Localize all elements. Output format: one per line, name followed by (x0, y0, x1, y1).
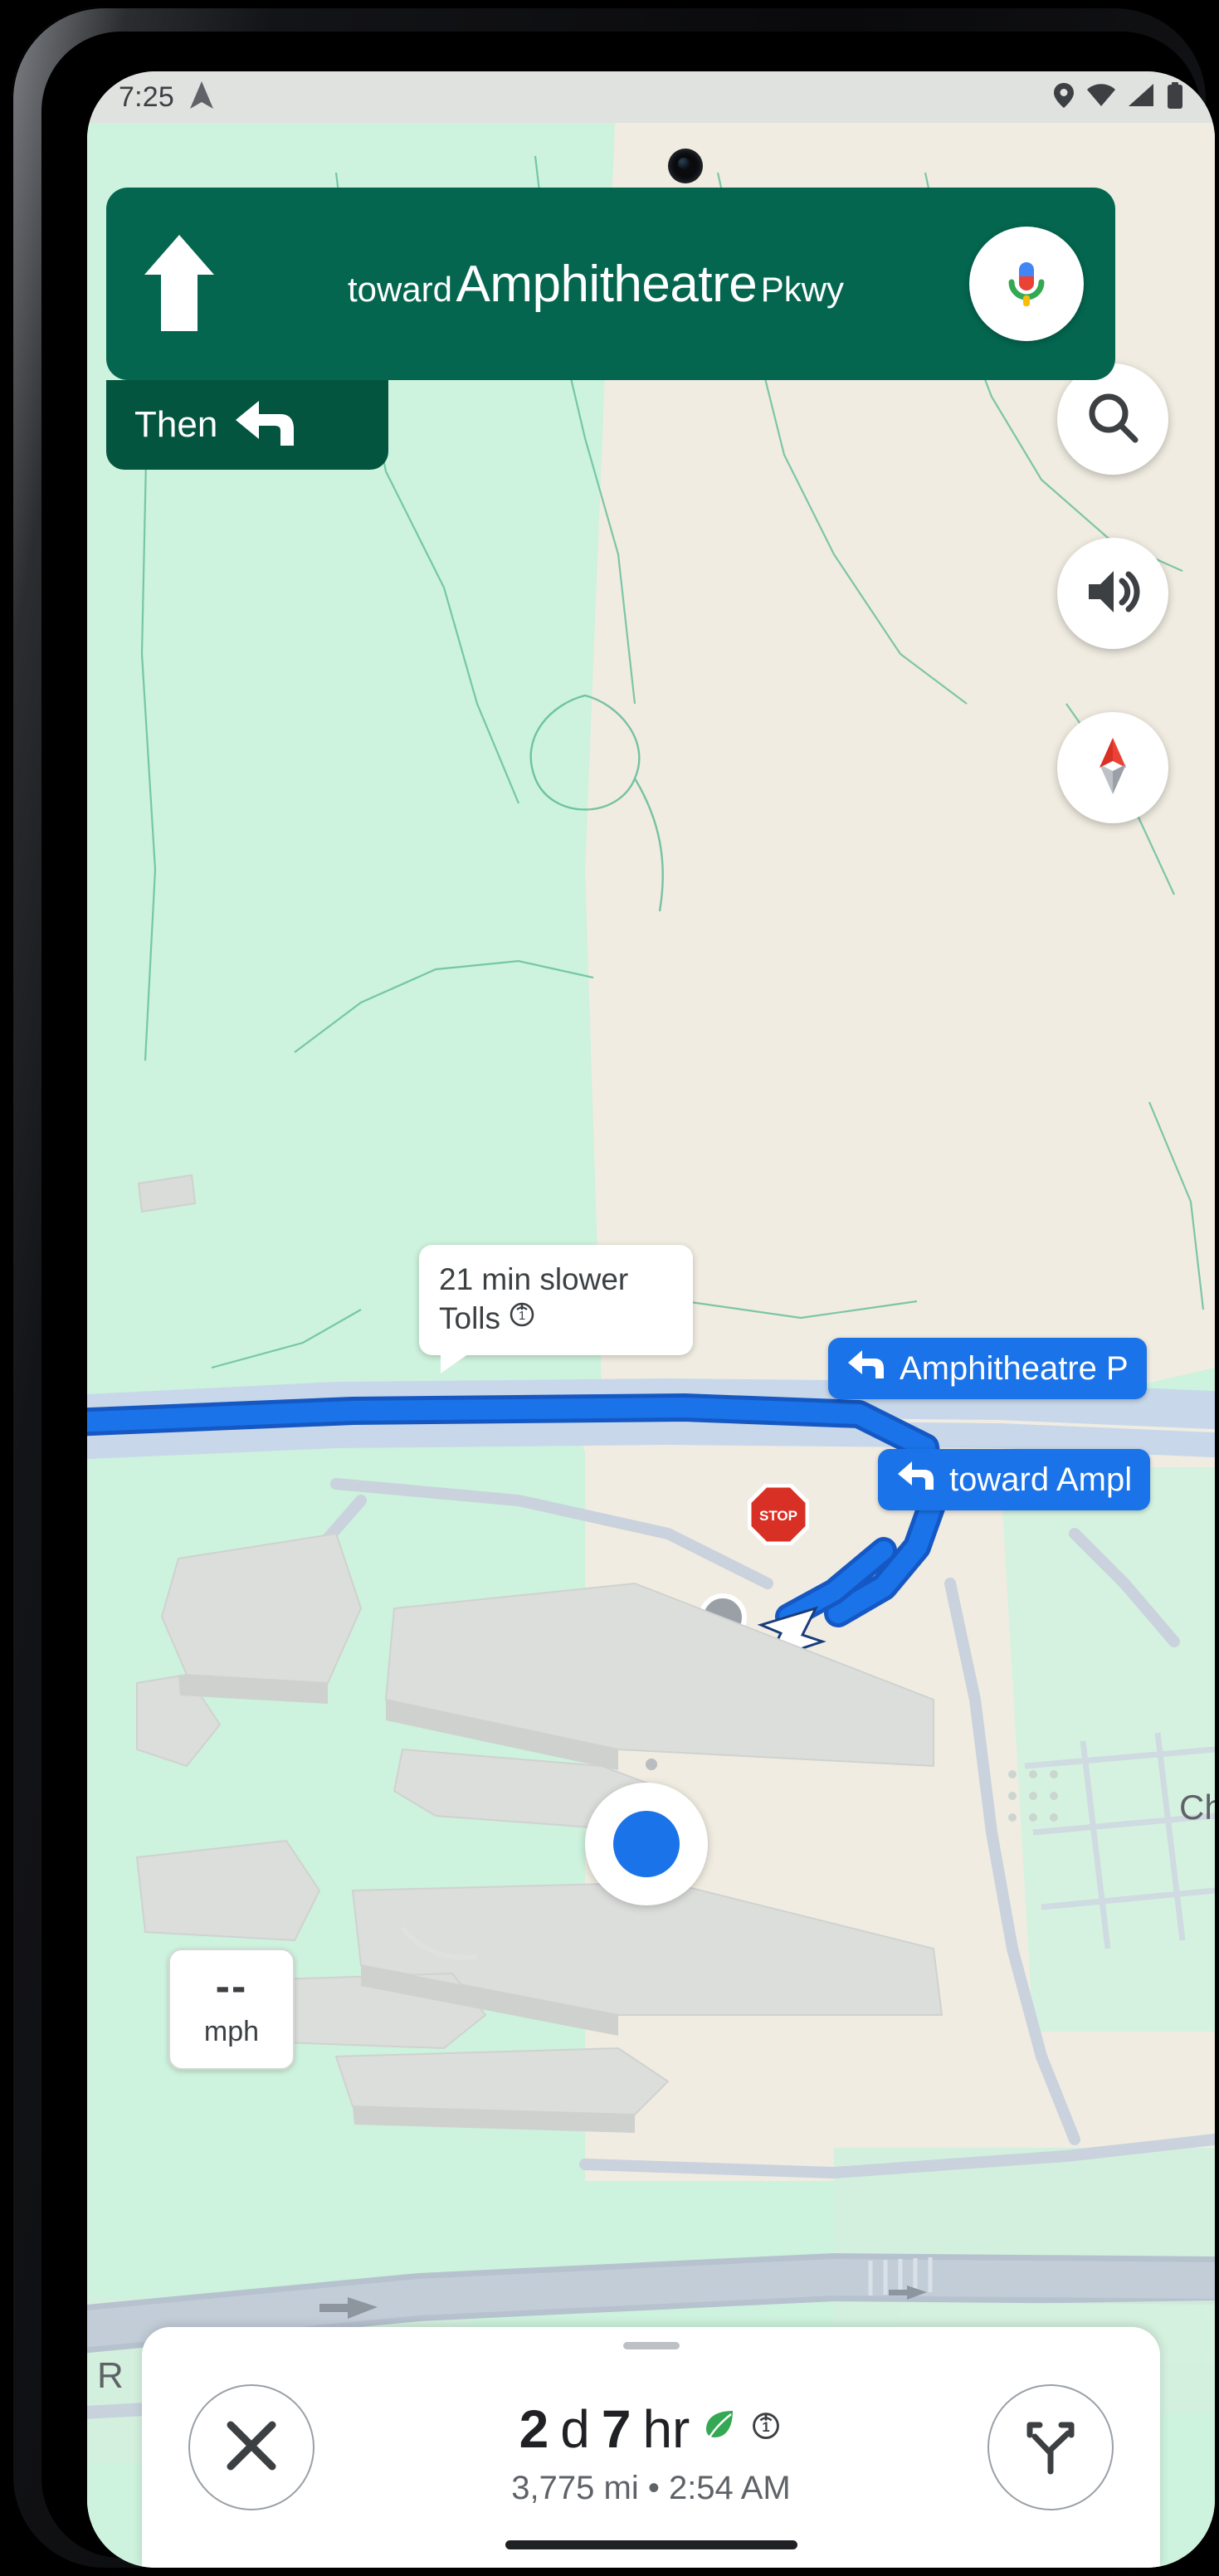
eta-hours-value: 7 (601, 2398, 631, 2459)
search-icon (1087, 392, 1139, 447)
blue-dot-location-icon (613, 1811, 680, 1877)
maneuver-prefix: toward (347, 269, 453, 309)
route-options-button[interactable] (987, 2384, 1114, 2510)
tolls-tooltip-line1: 21 min slower (439, 1262, 629, 1296)
eco-leaf-icon (701, 2406, 738, 2452)
tolls-tooltip[interactable]: 21 min slower Tolls 1 (419, 1245, 693, 1373)
route-chip-toward-amphitheatre[interactable]: toward Ampl (878, 1449, 1151, 1510)
street-label-partial-right: Ch (1179, 1788, 1215, 1827)
exit-navigation-button[interactable] (188, 2384, 315, 2510)
location-pin-icon (1054, 82, 1074, 112)
google-assistant-mic-icon[interactable] (969, 227, 1084, 341)
phone-bezel: E Charleston Rd Ch R STOP 7:25 (41, 32, 1215, 2568)
cellular-signal-icon (1129, 84, 1153, 110)
eta-days-unit: d (560, 2398, 590, 2459)
toll-coin-icon: 1 (749, 2408, 783, 2450)
navigation-arrow-icon (189, 80, 214, 114)
home-gesture-bar[interactable] (505, 2540, 797, 2549)
trip-details: 3,775 mi • 2:54 AM (511, 2469, 791, 2506)
status-icons-group (1054, 81, 1183, 113)
speed-badge: -- mph (168, 1949, 295, 2070)
speed-unit: mph (203, 2016, 260, 2048)
stop-sign-marker: STOP (748, 1484, 809, 1545)
eta-line: 2 d 7 hr 1 (315, 2398, 987, 2460)
sound-fab[interactable] (1057, 538, 1168, 649)
wifi-icon (1087, 84, 1115, 110)
compass-needle-icon (1088, 736, 1138, 800)
straight-arrow-up-icon (138, 233, 231, 335)
front-camera-hole (670, 151, 700, 181)
route-chip-amphitheatre[interactable]: Amphitheatre P (828, 1338, 1147, 1399)
trip-summary: 2 d 7 hr 1 3,775 mi • 2:54 AM (315, 2398, 987, 2507)
speaker-volume-icon (1085, 568, 1140, 620)
turn-left-arrow-icon (896, 1460, 934, 1500)
route-chip-label: Amphitheatre P (900, 1349, 1129, 1387)
battery-icon (1167, 81, 1183, 113)
route-alternatives-icon (1022, 2417, 1080, 2479)
toll-coin-icon: 1 (507, 1299, 537, 1338)
then-chip[interactable]: Then (106, 380, 388, 470)
svg-text:1: 1 (519, 1309, 525, 1323)
svg-text:STOP: STOP (759, 1508, 797, 1524)
turn-left-arrow-icon (846, 1349, 885, 1388)
search-fab[interactable] (1057, 363, 1168, 475)
phone-frame: E Charleston Rd Ch R STOP 7:25 (12, 7, 1215, 2569)
status-bar: 7:25 (87, 71, 1215, 123)
phone-screen: E Charleston Rd Ch R STOP 7:25 (87, 71, 1215, 2568)
status-time: 7:25 (119, 80, 174, 113)
turn-left-arrow-icon (234, 399, 295, 451)
then-label: Then (134, 404, 218, 445)
eta-hours-unit: hr (642, 2398, 690, 2459)
tolls-tooltip-line2: Tolls (439, 1301, 501, 1336)
svg-text:1: 1 (763, 2418, 770, 2434)
close-x-icon (224, 2418, 279, 2477)
eta-days-value: 2 (519, 2398, 549, 2459)
speed-value: -- (215, 1962, 248, 2011)
street-label-partial-left: R (97, 2355, 124, 2396)
bottom-sheet[interactable]: 2 d 7 hr 1 3,775 mi • 2:54 AM (142, 2327, 1160, 2568)
maneuver-suffix: Pkwy (760, 269, 845, 309)
maneuver-banner[interactable]: toward Amphitheatre Pkwy (106, 188, 1115, 380)
maneuver-primary: Amphitheatre (456, 255, 758, 313)
user-location-marker (585, 1783, 708, 1905)
maneuver-text: toward Amphitheatre Pkwy (231, 255, 969, 314)
route-chip-label: toward Ampl (949, 1461, 1133, 1498)
compass-fab[interactable] (1057, 712, 1168, 823)
